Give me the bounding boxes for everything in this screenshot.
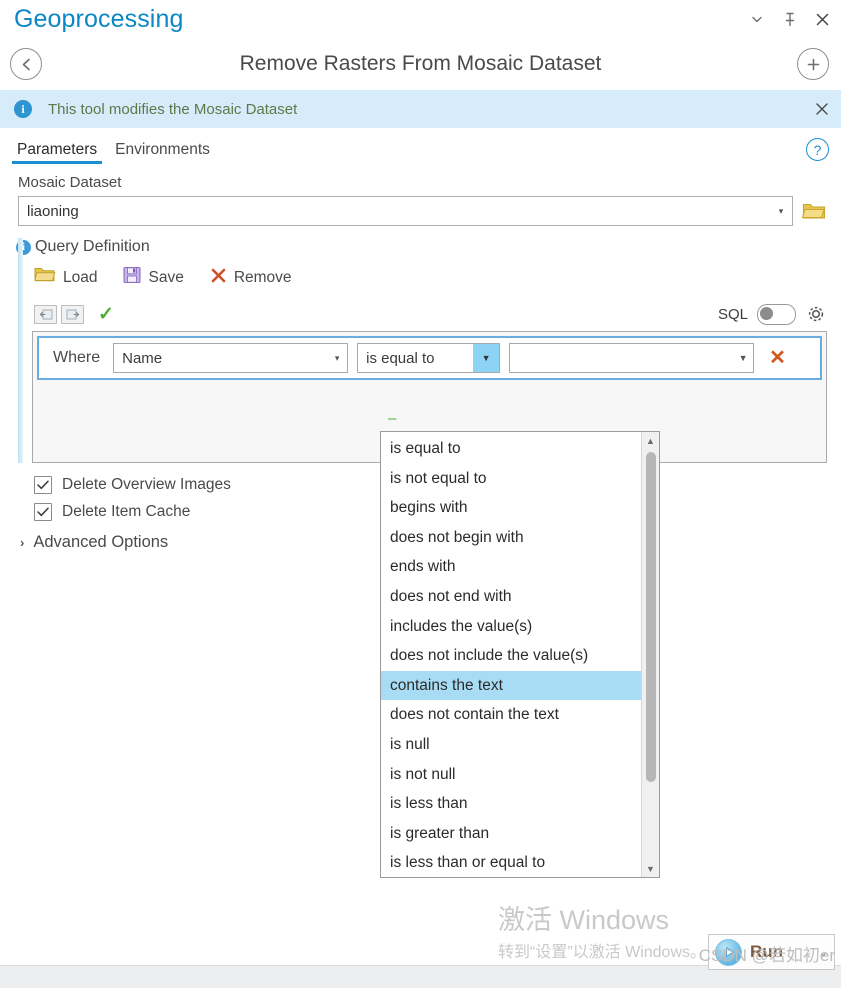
- query-definition-accent-stripe: [18, 238, 23, 463]
- chevron-right-icon: ›: [20, 535, 25, 550]
- checkmark-icon: [34, 475, 52, 494]
- query-definition-title: Query Definition: [35, 238, 150, 255]
- chevron-down-icon[interactable]: ▾: [774, 206, 788, 216]
- tab-bar: Parameters Environments ?: [0, 128, 841, 164]
- info-icon: i: [14, 100, 32, 118]
- remove-clause-icon[interactable]: ✕: [769, 348, 786, 368]
- chevron-down-icon: ▾: [334, 352, 340, 363]
- dropdown-scrollbar[interactable]: ▲ ▼: [641, 432, 659, 877]
- help-icon[interactable]: ?: [806, 138, 829, 161]
- info-banner-close-icon[interactable]: [815, 102, 829, 116]
- mosaic-dataset-label: Mosaic Dataset: [18, 174, 122, 191]
- load-label: Load: [63, 268, 98, 286]
- sql-mode-toggle[interactable]: [757, 303, 796, 325]
- where-clause-row: Where Name ▾ is equal to ▼ ▼ ✕: [37, 336, 822, 380]
- dropdown-option[interactable]: includes the value(s): [381, 612, 641, 642]
- save-query-button[interactable]: Save: [123, 266, 184, 289]
- info-banner-text: This tool modifies the Mosaic Dataset: [48, 100, 298, 118]
- dropdown-option[interactable]: is less than or equal to: [381, 848, 641, 877]
- scrollbar-thumb[interactable]: [645, 452, 656, 782]
- watermark-line-1: 激活 Windows: [498, 905, 670, 935]
- add-clause-hint: –: [388, 410, 397, 427]
- insert-before-icon[interactable]: [34, 304, 57, 324]
- close-icon[interactable]: [814, 11, 831, 28]
- validate-green-check-icon[interactable]: ✓: [98, 305, 114, 324]
- remove-query-button[interactable]: Remove: [210, 267, 292, 289]
- tool-header: Remove Rasters From Mosaic Dataset: [0, 38, 841, 90]
- insert-after-icon[interactable]: [61, 304, 84, 324]
- dropdown-option[interactable]: is greater than: [381, 819, 641, 849]
- dropdown-options: is equal to is not equal to begins with …: [381, 432, 641, 877]
- mosaic-dataset-input[interactable]: liaoning ▾: [18, 196, 793, 226]
- floppy-disk-icon: [123, 266, 142, 289]
- window-controls: [748, 11, 831, 28]
- dropdown-option-selected[interactable]: contains the text: [381, 670, 641, 701]
- checkbox-label: Delete Item Cache: [62, 502, 191, 520]
- chevron-down-icon[interactable]: ▼: [473, 344, 500, 372]
- dropdown-option[interactable]: is not null: [381, 760, 641, 790]
- chevron-down-icon[interactable]: ⌄: [819, 946, 828, 959]
- query-builder-toolbar: ✓ SQL: [34, 303, 827, 325]
- clause-field-value: Name: [122, 349, 163, 367]
- x-icon: [210, 267, 227, 289]
- where-label: Where: [53, 349, 101, 366]
- dropdown-option[interactable]: does not include the value(s): [381, 641, 641, 671]
- dropdown-option[interactable]: is less than: [381, 789, 641, 819]
- dropdown-option[interactable]: is not equal to: [381, 464, 641, 494]
- play-icon: [715, 938, 742, 966]
- query-definition-group: i Query Definition Load Save Remove ✓ SQ…: [16, 238, 827, 463]
- pin-icon[interactable]: [781, 11, 798, 28]
- dropdown-option[interactable]: ends with: [381, 552, 641, 582]
- remove-label: Remove: [233, 268, 292, 286]
- clause-field-select[interactable]: Name ▾: [113, 343, 349, 373]
- save-label: Save: [148, 268, 184, 286]
- chevron-down-icon[interactable]: ▼: [736, 353, 750, 363]
- run-label: Run: [750, 942, 784, 961]
- load-query-button[interactable]: Load: [34, 266, 97, 289]
- query-definition-header: i Query Definition: [16, 238, 827, 256]
- app-title: Geoprocessing: [14, 4, 184, 33]
- clause-operator-select[interactable]: is equal to ▼: [357, 343, 501, 373]
- mosaic-dataset-value: liaoning: [27, 202, 79, 220]
- dropdown-option[interactable]: does not contain the text: [381, 700, 641, 730]
- dropdown-option[interactable]: is null: [381, 730, 641, 760]
- clause-value-input[interactable]: ▼: [509, 343, 755, 373]
- scroll-down-arrow-icon[interactable]: ▼: [642, 860, 659, 877]
- mosaic-dataset-row: liaoning ▾: [18, 196, 827, 226]
- clause-operator-value: is equal to: [366, 349, 435, 367]
- advanced-options-label: Advanced Options: [33, 533, 169, 551]
- tab-parameters[interactable]: Parameters: [12, 141, 103, 164]
- dropdown-option[interactable]: does not begin with: [381, 523, 641, 553]
- gear-icon[interactable]: [805, 303, 827, 325]
- query-definition-toolbar: Load Save Remove: [34, 266, 827, 289]
- operator-dropdown-list[interactable]: is equal to is not equal to begins with …: [380, 431, 660, 878]
- info-banner: i This tool modifies the Mosaic Dataset: [0, 90, 841, 128]
- watermark-line-2: 转到“设置”以激活 Windows。: [498, 944, 707, 962]
- sql-toggle-group: SQL: [718, 303, 827, 325]
- back-button[interactable]: [10, 48, 42, 80]
- dropdown-option[interactable]: begins with: [381, 493, 641, 523]
- tab-environments[interactable]: Environments: [110, 141, 215, 164]
- sql-label: SQL: [717, 305, 748, 323]
- add-tool-button[interactable]: [797, 48, 829, 80]
- browse-folder-icon[interactable]: [801, 198, 827, 224]
- folder-open-icon: [34, 266, 56, 289]
- collapse-chevron-down-icon[interactable]: [748, 11, 765, 28]
- checkmark-icon: [34, 502, 52, 521]
- window-titlebar: Geoprocessing: [0, 0, 841, 38]
- dropdown-option[interactable]: is equal to: [381, 434, 641, 464]
- dropdown-option[interactable]: does not end with: [381, 582, 641, 612]
- windows-activation-watermark: 激活 Windows 转到“设置”以激活 Windows。: [498, 905, 706, 962]
- run-button[interactable]: Run ⌄: [708, 934, 835, 970]
- scroll-up-arrow-icon[interactable]: ▲: [642, 432, 659, 449]
- page-title: Remove Rasters From Mosaic Dataset: [239, 52, 602, 75]
- checkbox-label: Delete Overview Images: [62, 475, 231, 493]
